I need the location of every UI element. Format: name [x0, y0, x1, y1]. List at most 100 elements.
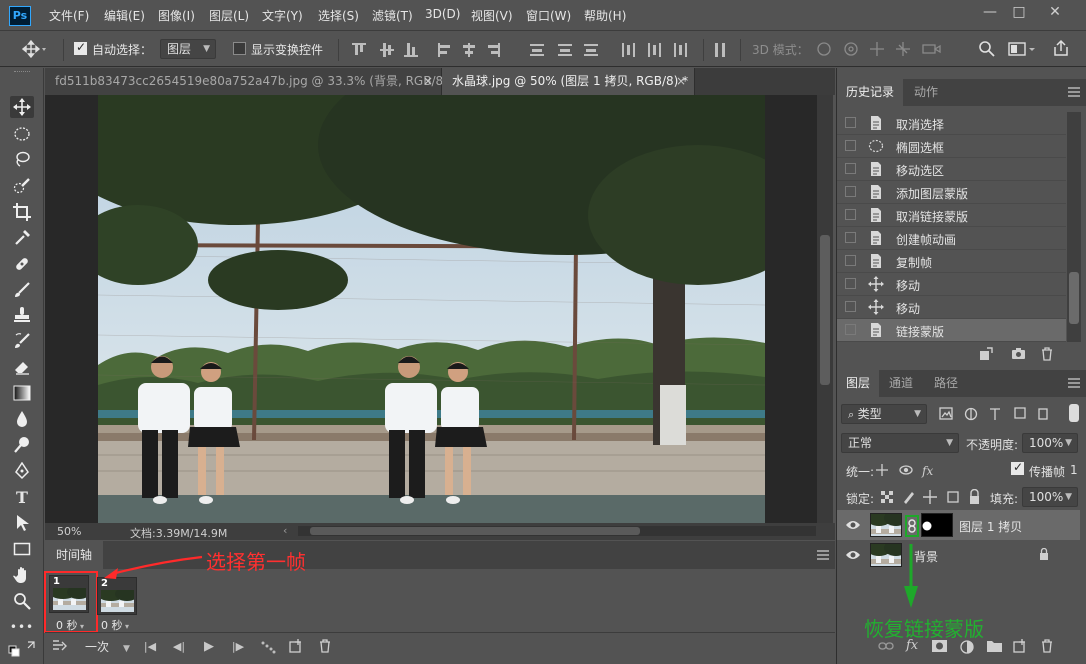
history-source-checkbox[interactable]: [845, 255, 856, 266]
more-tools-icon[interactable]: •••: [10, 616, 34, 638]
menu-select[interactable]: 选择(S): [318, 7, 359, 24]
history-item[interactable]: 取消选择: [837, 112, 1066, 135]
document-canvas-photo[interactable]: [98, 95, 765, 523]
previous-frame-icon[interactable]: ◀|: [170, 639, 188, 655]
search-icon[interactable]: [978, 40, 996, 58]
move-tool-preset-icon[interactable]: [22, 40, 46, 58]
tab-history[interactable]: 历史记录: [837, 79, 904, 106]
history-scroll-thumb[interactable]: [1069, 272, 1079, 324]
propagate-frame-checkbox[interactable]: [1011, 460, 1024, 475]
brush-tool-icon[interactable]: [10, 279, 34, 301]
loop-select[interactable]: 一次 ▼: [85, 638, 130, 655]
document-tab-1[interactable]: fd511b83473cc2654519e80a752a47b.jpg @ 33…: [45, 68, 458, 95]
eraser-tool-icon[interactable]: [10, 356, 34, 378]
history-item[interactable]: 创建帧动画: [837, 227, 1066, 250]
history-source-checkbox[interactable]: [845, 163, 856, 174]
menu-type[interactable]: 文字(Y): [262, 7, 303, 24]
zoom-level[interactable]: 50%: [57, 525, 81, 538]
history-source-checkbox[interactable]: [845, 232, 856, 243]
timeline-menu-icon[interactable]: [817, 550, 829, 560]
tab-layers[interactable]: 图层: [837, 370, 880, 397]
chain-link-icon[interactable]: [907, 519, 917, 533]
layers-menu-icon[interactable]: [1068, 378, 1080, 388]
show-transform-checkbox[interactable]: [233, 42, 246, 55]
hand-tool-icon[interactable]: [10, 564, 34, 586]
new-document-from-state-icon[interactable]: [979, 347, 993, 361]
history-menu-icon[interactable]: [1068, 87, 1080, 97]
tween-icon[interactable]: [260, 640, 276, 654]
menu-window[interactable]: 窗口(W): [526, 7, 571, 24]
frame-2-delay[interactable]: 0 秒 ▾: [101, 617, 129, 633]
frame-1-delay[interactable]: 0 秒 ▾: [56, 617, 84, 633]
layer-row-copy[interactable]: 图层 1 拷贝: [837, 510, 1080, 540]
ellipse-marquee-tool-icon[interactable]: [10, 123, 34, 145]
menu-3d[interactable]: 3D(D): [425, 7, 460, 21]
layer-filter-select[interactable]: ⌕ 类型 ▼: [841, 404, 927, 424]
share-icon[interactable]: [1052, 39, 1070, 57]
eyedropper-tool-icon[interactable]: [10, 227, 34, 249]
workspace-icon[interactable]: [1008, 40, 1038, 58]
tab-channels[interactable]: 通道: [880, 370, 922, 397]
healing-brush-tool-icon[interactable]: [10, 253, 34, 275]
menu-view[interactable]: 视图(V): [471, 7, 513, 24]
toolbar-grip[interactable]: [14, 71, 30, 74]
auto-select-checkbox[interactable]: [74, 40, 87, 55]
convert-to-video-timeline-icon[interactable]: [52, 639, 68, 653]
adjustment-layer-icon[interactable]: [960, 640, 974, 654]
auto-select-target-select[interactable]: 图层 ▼: [160, 39, 216, 59]
play-icon[interactable]: ▶: [200, 639, 218, 655]
filter-toggle-switch[interactable]: [1069, 404, 1079, 422]
layer-mask-thumbnail[interactable]: [921, 513, 953, 537]
history-source-checkbox[interactable]: [845, 140, 856, 151]
crop-tool-icon[interactable]: [10, 201, 34, 223]
maximize-button[interactable]: □: [1004, 3, 1034, 23]
minimize-button[interactable]: —: [975, 3, 1005, 23]
close-window-button[interactable]: ✕: [1040, 3, 1070, 23]
dodge-tool-icon[interactable]: [10, 434, 34, 456]
animation-frame-2[interactable]: 2: [97, 577, 137, 615]
first-frame-icon[interactable]: |◀: [141, 639, 159, 655]
menu-edit[interactable]: 编辑(E): [104, 7, 145, 24]
camera-snapshot-icon[interactable]: [1011, 347, 1026, 360]
canvas-vertical-scroll-thumb[interactable]: [820, 235, 830, 385]
close-tab-icon[interactable]: ×: [423, 68, 433, 95]
delete-frame-icon[interactable]: [318, 639, 332, 653]
add-mask-icon[interactable]: [932, 640, 947, 652]
menu-filter[interactable]: 滤镜(T): [372, 7, 413, 24]
close-tab-icon[interactable]: ×: [676, 68, 686, 95]
history-item[interactable]: 复制帧: [837, 250, 1066, 273]
visibility-eye-icon[interactable]: [845, 518, 861, 532]
unify-icons-group[interactable]: fx: [876, 462, 942, 478]
history-source-checkbox[interactable]: [845, 117, 856, 128]
clone-stamp-tool-icon[interactable]: [10, 304, 34, 326]
gradient-tool-icon[interactable]: [10, 382, 34, 404]
link-layers-icon[interactable]: [878, 640, 894, 652]
visibility-eye-icon[interactable]: [845, 548, 861, 562]
distribute-icon[interactable]: [714, 41, 728, 59]
history-item[interactable]: 椭圆选框: [837, 135, 1066, 158]
document-size[interactable]: 文档:3.39M/14.9M: [130, 525, 227, 541]
history-source-checkbox[interactable]: [845, 301, 856, 312]
status-arrow-icon[interactable]: ‹: [283, 524, 287, 537]
layer-style-fx-icon[interactable]: fx: [906, 638, 918, 653]
lock-icons-group[interactable]: [880, 489, 980, 505]
type-tool-icon[interactable]: T: [10, 486, 34, 508]
history-item[interactable]: 添加图层蒙版: [837, 181, 1066, 204]
blend-mode-select[interactable]: 正常 ▼: [841, 433, 959, 453]
path-selection-tool-icon[interactable]: [10, 512, 34, 534]
delete-layer-icon[interactable]: [1040, 639, 1054, 653]
history-source-checkbox[interactable]: [845, 209, 856, 220]
move-tool-icon[interactable]: [10, 96, 34, 118]
history-item[interactable]: 移动: [837, 273, 1066, 296]
color-swatches-icon[interactable]: [8, 638, 38, 660]
duplicate-frame-icon[interactable]: [289, 639, 303, 653]
layer-row-background[interactable]: 背景: [837, 540, 1080, 570]
tab-actions[interactable]: 动作: [905, 79, 947, 106]
menu-layer[interactable]: 图层(L): [209, 7, 249, 24]
next-frame-icon[interactable]: |▶: [229, 639, 247, 655]
pen-tool-icon[interactable]: [10, 460, 34, 482]
delete-history-state-icon[interactable]: [1040, 347, 1054, 361]
menu-image[interactable]: 图像(I): [158, 7, 195, 24]
opacity-input[interactable]: 100% ▼: [1022, 433, 1078, 453]
history-item[interactable]: 移动: [837, 296, 1066, 319]
